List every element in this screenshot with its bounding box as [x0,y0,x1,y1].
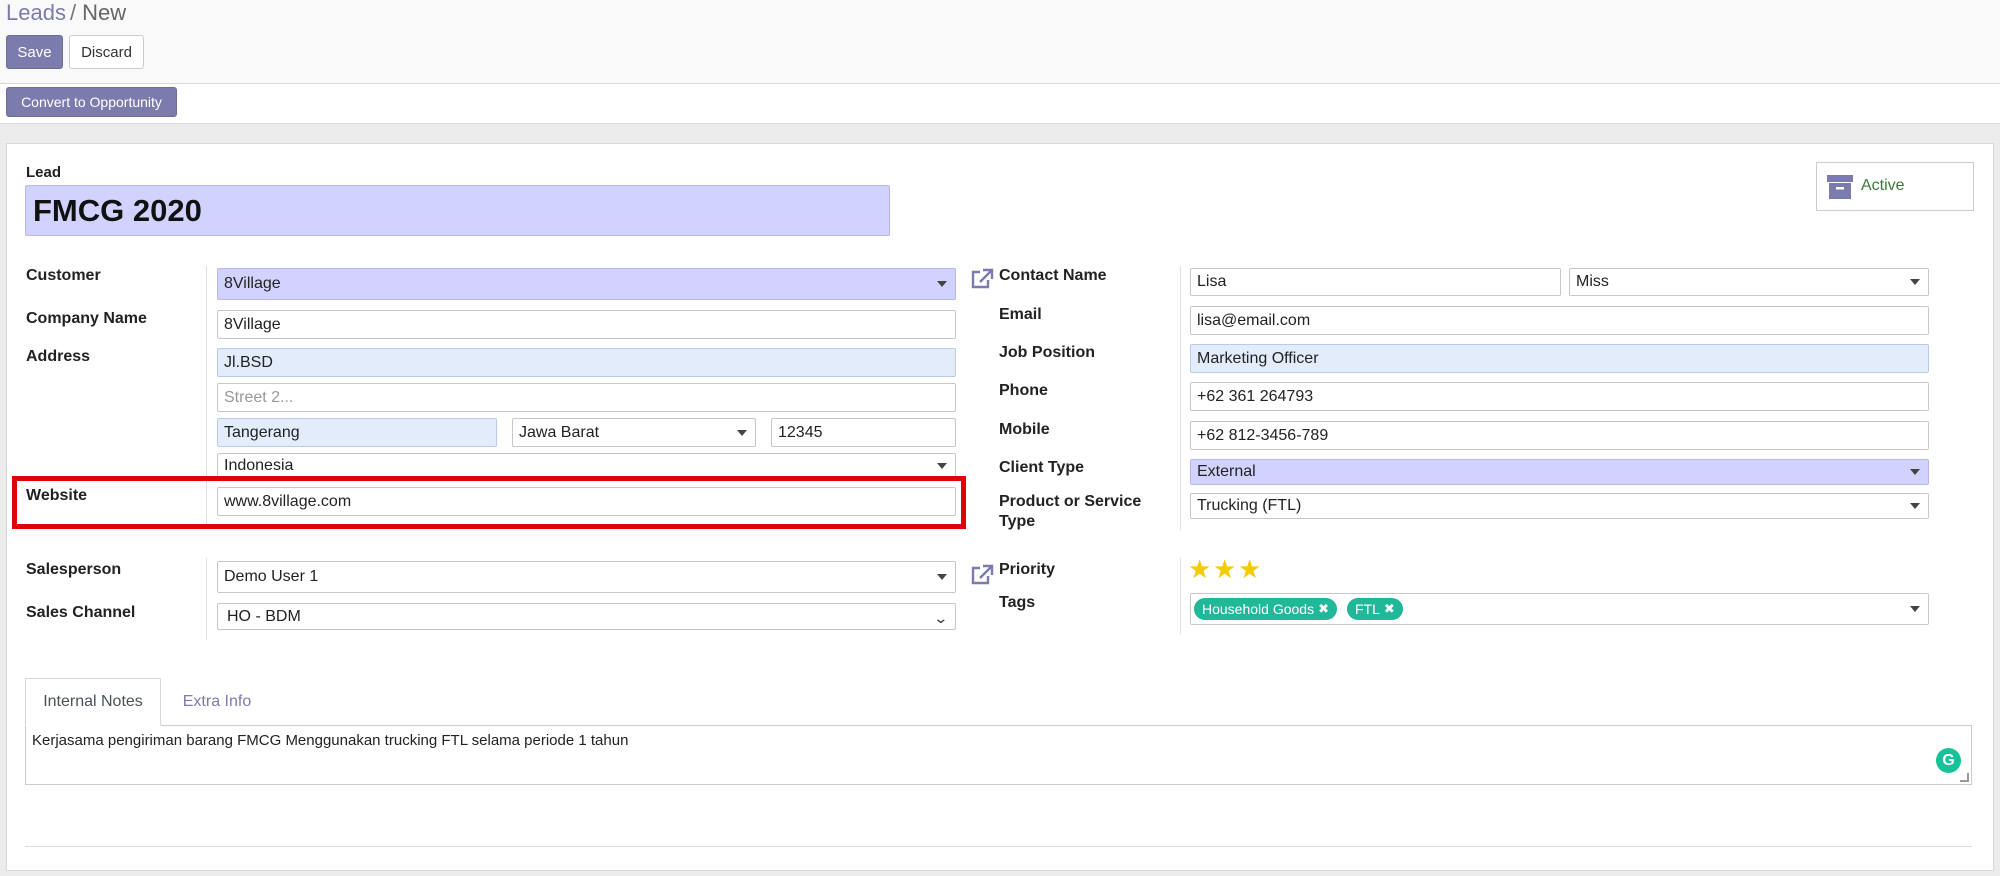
lead-section-label: Lead [26,164,62,181]
product-service-type-label: Product or Service Type [999,492,1141,532]
external-link-icon[interactable] [970,268,994,295]
client-type-label: Client Type [999,459,1085,476]
client-type-value: External [1197,463,1256,480]
street-input[interactable]: Jl.BSD [217,348,956,377]
discard-button[interactable]: Discard [69,35,144,69]
email-label: Email [999,306,1042,323]
breadcrumb: Leads / New [6,0,126,26]
country-value: Indonesia [224,457,294,474]
archive-icon [1827,175,1853,204]
mobile-input[interactable]: +62 812-3456-789 [1190,421,1929,450]
tab-extra-info[interactable]: Extra Info [163,678,271,726]
caret-down-icon [1910,503,1920,509]
tag-chip: Household Goods ✖ [1194,598,1337,620]
mobile-label: Mobile [999,421,1050,438]
company-name-input[interactable]: 8Village [217,310,956,339]
contact-name-label: Contact Name [999,267,1107,284]
caret-down-icon [1910,469,1920,475]
save-button[interactable]: Save [6,35,63,69]
caret-down-icon [937,463,947,469]
breadcrumb-leads-link[interactable]: Leads [6,0,66,25]
client-type-select[interactable]: External [1190,459,1929,485]
priority-label: Priority [999,561,1056,578]
salesperson-select[interactable]: Demo User 1 [217,561,956,593]
salesperson-value: Demo User 1 [224,568,319,585]
caret-down-icon [937,281,947,287]
tag-label: Household Goods [1202,601,1315,617]
right-column-divider [1180,266,1181,530]
form-bottom-divider [25,846,1972,847]
control-panel: Leads / New Save Discard [0,0,2000,84]
tab-internal-notes[interactable]: Internal Notes [25,678,161,726]
breadcrumb-separator: / [69,0,77,25]
active-status-label: Active [1861,177,1905,194]
website-highlight-box [12,476,966,529]
status-bar: Convert to Opportunity [0,84,2000,124]
lead-name-input[interactable]: FMCG 2020 [25,185,890,236]
contact-title-value: Miss [1576,273,1609,290]
product-service-type-select[interactable]: Trucking (FTL) [1190,493,1929,519]
priority-star-icon[interactable]: ★ [1238,556,1261,582]
remove-tag-icon[interactable]: ✖ [1384,601,1395,617]
priority-star-icon[interactable]: ★ [1188,556,1211,582]
active-toggle-button[interactable]: Active [1816,162,1974,211]
product-service-value: Trucking (FTL) [1197,497,1302,514]
state-value: Jawa Barat [519,423,600,441]
product-label-line1: Product or Service [999,493,1142,510]
internal-notes-text: Kerjasama pengiriman barang FMCG Menggun… [32,732,629,749]
right-column-divider-2 [1180,558,1181,634]
resize-handle-icon[interactable] [1960,773,1969,782]
customer-value: 8Village [224,275,281,292]
remove-tag-icon[interactable]: ✖ [1318,601,1329,617]
email-input[interactable]: lisa@email.com [1190,306,1929,335]
state-select[interactable]: Jawa Barat [512,418,756,447]
sales-channel-label: Sales Channel [26,604,136,621]
zip-input[interactable]: 12345 [771,418,956,447]
tag-label: FTL [1355,601,1380,617]
caret-down-icon [1910,279,1920,285]
breadcrumb-current: New [82,0,127,25]
caret-down-icon [737,429,747,436]
job-position-label: Job Position [999,344,1095,361]
external-link-icon[interactable] [970,564,994,591]
contact-name-input[interactable]: Lisa [1190,268,1561,296]
customer-label: Customer [26,267,101,284]
company-name-label: Company Name [26,310,147,327]
city-input[interactable]: Tangerang [217,418,497,447]
caret-down-icon [937,574,947,580]
phone-label: Phone [999,382,1048,399]
left-column-divider-2 [206,558,207,640]
salesperson-label: Salesperson [26,561,122,578]
priority-star-icon[interactable]: ★ [1213,556,1236,582]
tag-chip: FTL ✖ [1347,598,1403,620]
internal-notes-textarea[interactable]: Kerjasama pengiriman barang FMCG Menggun… [25,725,1972,785]
street2-input[interactable]: Street 2... [217,383,956,412]
sales-channel-select[interactable]: HO - BDM ⌄ [217,603,956,630]
convert-to-opportunity-button[interactable]: Convert to Opportunity [6,87,177,117]
sales-channel-value: HO - BDM [227,607,301,625]
phone-input[interactable]: +62 361 264793 [1190,382,1929,411]
product-label-line2: Type [999,513,1036,530]
address-label: Address [26,348,91,365]
customer-select[interactable]: 8Village [217,268,956,300]
tags-label: Tags [999,594,1036,611]
caret-down-icon [1910,606,1920,612]
chevron-down-icon: ⌄ [933,609,949,626]
contact-title-select[interactable]: Miss [1569,268,1929,296]
grammarly-icon[interactable]: G [1936,748,1961,773]
job-position-input[interactable]: Marketing Officer [1190,344,1929,373]
